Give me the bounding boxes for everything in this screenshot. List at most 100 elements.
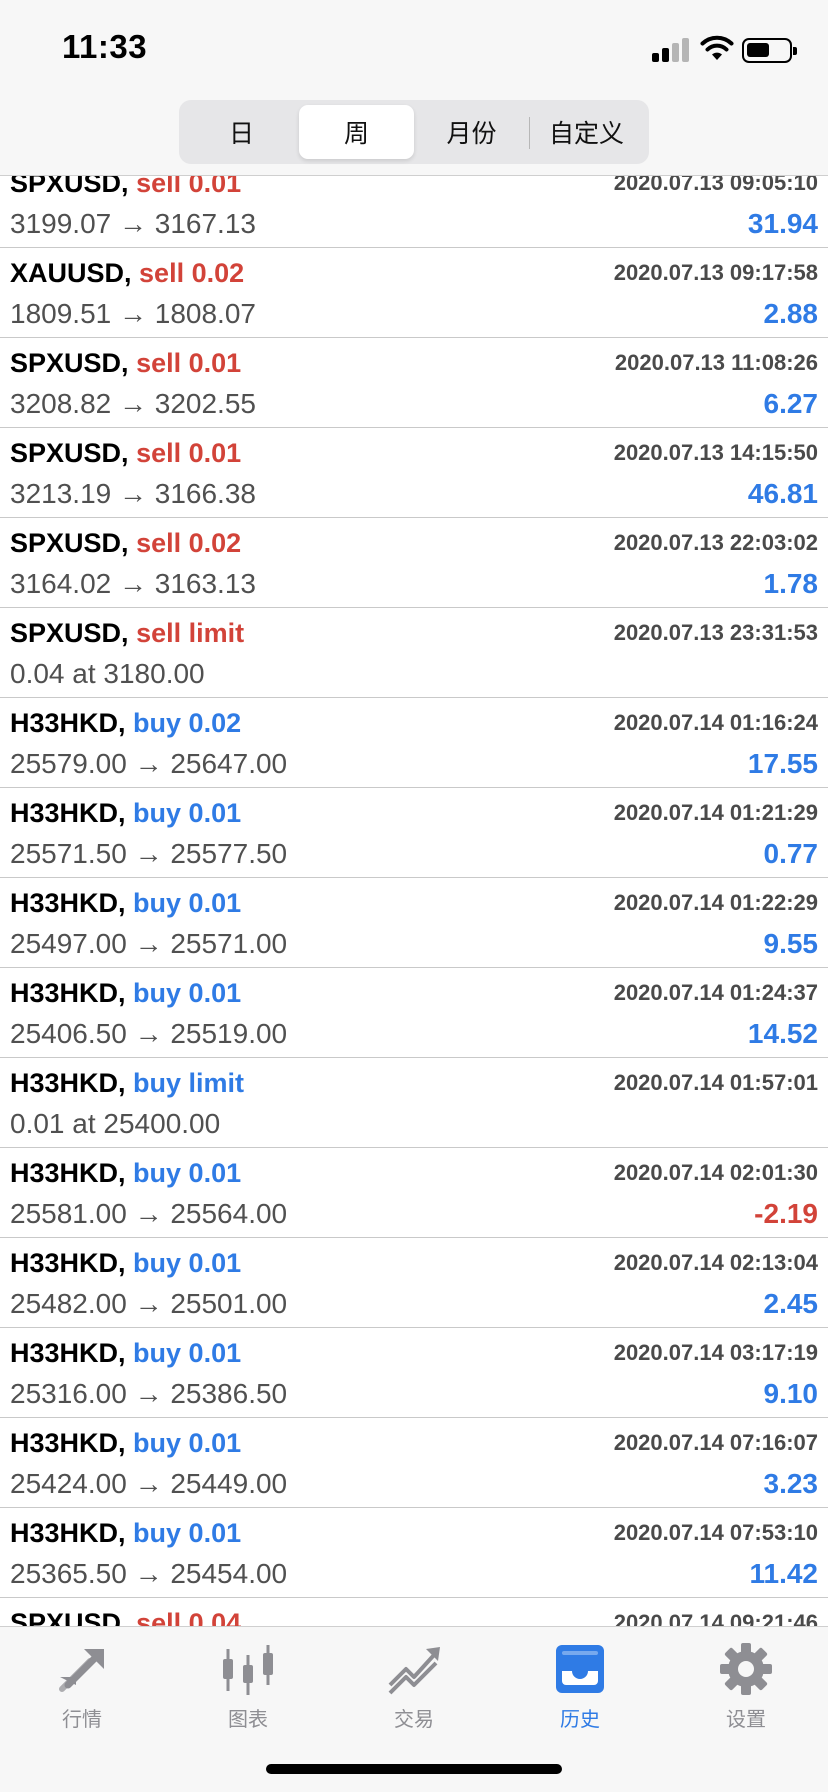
tab-settings[interactable]: 设置 bbox=[696, 1641, 796, 1741]
trade-profit: 17.55 bbox=[747, 748, 818, 779]
status-bar: 11:33 bbox=[0, 0, 828, 96]
trade-action: buy 0.01 bbox=[133, 1518, 242, 1548]
tab-trade[interactable]: 交易 bbox=[364, 1641, 464, 1741]
history-row[interactable]: SPXUSD, sell 0.01 2020.07.13 09:05:10 3199… bbox=[0, 176, 828, 248]
trade-prices: 0.01 at 25400.00 bbox=[10, 1108, 221, 1139]
tab-history[interactable]: 历史 bbox=[530, 1641, 630, 1741]
trade-action: buy 0.01 bbox=[133, 888, 242, 918]
symbol-label: SPXUSD, bbox=[10, 528, 129, 558]
history-row[interactable]: SPXUSD, sell 0.01 2020.07.13 14:15:50 3213… bbox=[0, 428, 828, 518]
trade-prices: 25316.00 → 25386.50 bbox=[10, 1378, 288, 1409]
trade-action: sell limit bbox=[136, 618, 245, 648]
tab-trade-label: 交易 bbox=[394, 1707, 434, 1731]
trade-datetime: 2020.07.14 01:22:29 bbox=[613, 890, 818, 915]
trade-prices: 25579.00 → 25647.00 bbox=[10, 748, 288, 779]
trade-action: buy 0.02 bbox=[133, 708, 242, 738]
symbol-label: H33HKD, bbox=[10, 1158, 126, 1188]
tab-charts[interactable]: 图表 bbox=[198, 1641, 298, 1741]
history-row[interactable]: H33HKD, buy limit 2020.07.14 01:57:01 0.01… bbox=[0, 1058, 828, 1148]
trade-title: H33HKD, buy 0.01 bbox=[10, 888, 241, 919]
history-row[interactable]: H33HKD, buy 0.01 2020.07.14 03:17:19 25316… bbox=[0, 1328, 828, 1418]
symbol-label: H33HKD, bbox=[10, 1248, 126, 1278]
trade-profit: 46.81 bbox=[747, 478, 818, 509]
history-row[interactable]: H33HKD, buy 0.01 2020.07.14 02:13:04 25482… bbox=[0, 1238, 828, 1328]
trade-title: H33HKD, buy 0.01 bbox=[10, 1518, 241, 1549]
trade-profit: 9.55 bbox=[763, 928, 819, 959]
period-tab-month[interactable]: 月份 bbox=[414, 105, 529, 159]
history-row[interactable]: H33HKD, buy 0.02 2020.07.14 01:16:24 25579… bbox=[0, 698, 828, 788]
trade-title: SPXUSD, sell 0.01 bbox=[10, 176, 241, 199]
trade-datetime: 2020.07.13 22:03:02 bbox=[613, 530, 818, 555]
trade-profit: 3.23 bbox=[763, 1468, 819, 1499]
trade-title: H33HKD, buy 0.01 bbox=[10, 798, 241, 829]
trade-datetime: 2020.07.13 09:17:58 bbox=[613, 260, 818, 285]
tab-charts-label: 图表 bbox=[228, 1707, 268, 1731]
trade-title: H33HKD, buy 0.01 bbox=[10, 1248, 241, 1279]
trade-profit: 1.78 bbox=[763, 568, 819, 599]
symbol-label: H33HKD, bbox=[10, 708, 126, 738]
trade-datetime: 2020.07.14 01:16:24 bbox=[613, 710, 818, 735]
trade-title: H33HKD, buy 0.02 bbox=[10, 708, 241, 739]
history-row[interactable]: SPXUSD, sell 0.04 2020.07.14 09:21:46 bbox=[0, 1598, 828, 1626]
symbol-label: SPXUSD, bbox=[10, 176, 129, 198]
history-row[interactable]: H33HKD, buy 0.01 2020.07.14 01:21:29 25571… bbox=[0, 788, 828, 878]
history-list[interactable]: SPXUSD, sell 0.01 2020.07.13 09:05:10 3199… bbox=[0, 176, 828, 1626]
trade-profit: 11.42 bbox=[749, 1558, 818, 1589]
trade-profit: -2.19 bbox=[754, 1198, 818, 1229]
history-row[interactable]: H33HKD, buy 0.01 2020.07.14 01:24:37 25406… bbox=[0, 968, 828, 1058]
period-segmented-control: 日 周 月份 自定义 bbox=[179, 100, 649, 164]
trade-title: H33HKD, buy limit bbox=[10, 1068, 244, 1099]
trade-datetime: 2020.07.13 09:05:10 bbox=[613, 176, 818, 195]
trade-title: SPXUSD, sell 0.02 bbox=[10, 528, 241, 559]
symbol-label: H33HKD, bbox=[10, 1428, 126, 1458]
symbol-label: XAUUSD, bbox=[10, 258, 132, 288]
tab-settings-label: 设置 bbox=[726, 1707, 766, 1731]
trade-action: sell 0.02 bbox=[136, 528, 242, 558]
trade-profit: 0.77 bbox=[763, 838, 819, 869]
tab-history-label: 历史 bbox=[560, 1707, 600, 1731]
history-row[interactable]: SPXUSD, sell limit 2020.07.13 23:31:53 0.0… bbox=[0, 608, 828, 698]
trade-action: sell 0.01 bbox=[136, 438, 242, 468]
trade-title: H33HKD, buy 0.01 bbox=[10, 978, 241, 1009]
trade-datetime: 2020.07.14 01:24:37 bbox=[613, 980, 818, 1005]
history-row[interactable]: SPXUSD, sell 0.02 2020.07.13 22:03:02 3164… bbox=[0, 518, 828, 608]
symbol-label: SPXUSD, bbox=[10, 618, 129, 648]
tab-quotes[interactable]: 行情 bbox=[32, 1641, 132, 1741]
trade-title: SPXUSD, sell 0.01 bbox=[10, 438, 241, 469]
symbol-label: SPXUSD, bbox=[10, 438, 129, 468]
trade-profit: 14.52 bbox=[747, 1018, 818, 1049]
trade-prices: 3213.19 → 3166.38 bbox=[10, 478, 256, 509]
history-row[interactable]: H33HKD, buy 0.01 2020.07.14 02:01:30 25581… bbox=[0, 1148, 828, 1238]
trade-datetime: 2020.07.14 09:21:46 bbox=[613, 1610, 818, 1626]
history-row[interactable]: H33HKD, buy 0.01 2020.07.14 01:22:29 25497… bbox=[0, 878, 828, 968]
trade-datetime: 2020.07.14 07:53:10 bbox=[613, 1520, 818, 1545]
home-indicator bbox=[266, 1764, 562, 1774]
symbol-label: H33HKD, bbox=[10, 798, 126, 828]
history-row[interactable]: H33HKD, buy 0.01 2020.07.14 07:53:10 25365… bbox=[0, 1508, 828, 1598]
symbol-label: H33HKD, bbox=[10, 888, 126, 918]
trade-action: buy 0.01 bbox=[133, 1338, 242, 1368]
trade-prices: 25497.00 → 25571.00 bbox=[10, 928, 288, 959]
trade-profit: 6.27 bbox=[763, 388, 819, 419]
trade-action: sell 0.04 bbox=[136, 1608, 242, 1626]
trade-profit: 9.10 bbox=[763, 1378, 819, 1409]
period-tab-day[interactable]: 日 bbox=[184, 105, 299, 159]
history-row[interactable]: XAUUSD, sell 0.02 2020.07.13 09:17:58 1809… bbox=[0, 248, 828, 338]
history-row[interactable]: SPXUSD, sell 0.01 2020.07.13 11:08:26 3208… bbox=[0, 338, 828, 428]
trade-datetime: 2020.07.14 02:13:04 bbox=[613, 1250, 818, 1275]
trade-action: buy 0.01 bbox=[133, 1248, 242, 1278]
trade-prices: 3164.02 → 3163.13 bbox=[10, 568, 256, 599]
period-tab-custom[interactable]: 自定义 bbox=[529, 105, 644, 159]
history-row[interactable]: H33HKD, buy 0.01 2020.07.14 07:16:07 25424… bbox=[0, 1418, 828, 1508]
symbol-label: H33HKD, bbox=[10, 978, 126, 1008]
candlestick-chart-icon bbox=[223, 1645, 273, 1695]
trade-prices: 25482.00 → 25501.00 bbox=[10, 1288, 288, 1319]
tab-quotes-label: 行情 bbox=[62, 1707, 102, 1731]
wifi-icon bbox=[700, 35, 734, 60]
trade-profit: 2.88 bbox=[763, 298, 819, 329]
period-tab-week[interactable]: 周 bbox=[299, 105, 414, 159]
trade-datetime: 2020.07.14 02:01:30 bbox=[613, 1160, 818, 1185]
history-inbox-icon bbox=[556, 1645, 604, 1693]
trade-action: sell 0.01 bbox=[136, 176, 242, 198]
symbol-label: SPXUSD, bbox=[10, 1608, 129, 1626]
